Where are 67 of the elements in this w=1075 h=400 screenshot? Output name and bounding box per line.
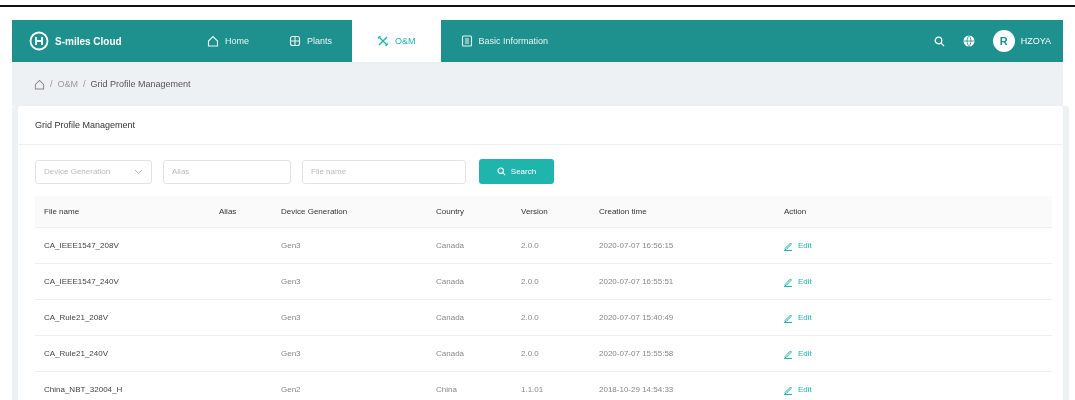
table-cell-text: China [435,385,458,394]
pencil-icon [783,312,793,323]
table-cell-text: Canada [435,313,466,322]
table-cell-text: 2020-07-07 16:55:51 [598,277,675,286]
globe-icon[interactable] [962,35,975,47]
edit-link[interactable]: Edit [783,312,812,323]
column-header: Version [520,207,549,216]
user-name[interactable]: HZOYA [1020,36,1051,46]
table-cell-text: Canada [435,277,466,286]
grid-icon [289,35,301,47]
pencil-icon [783,348,793,359]
table-cell-text: Gen2 [280,385,302,394]
table-cell-text: Gen3 [280,277,302,286]
column-header: Device Generation [280,207,349,216]
breadcrumb-separator: / [83,79,86,89]
tools-icon [377,35,390,47]
home-icon [207,35,219,47]
edit-link[interactable]: Edit [783,276,812,287]
table-cell-text: CA_Rule21_240V [43,349,110,358]
column-header: Action [783,207,808,216]
table-cell-text: 2.0.0 [520,241,540,250]
home-icon[interactable] [34,78,45,90]
user-avatar[interactable]: R [992,30,1015,52]
alias-field[interactable]: Alias [163,159,291,184]
pencil-icon [783,384,793,395]
pencil-icon [783,240,793,251]
table-cell-text: CA_IEEE1547_208V [43,241,120,250]
table-cell-text: China_NBT_32004_H [43,385,124,394]
table-cell-text: Gen3 [280,241,302,250]
column-header: File name [43,207,81,216]
nav-tab[interactable]: Plants [269,20,353,62]
pencil-icon [783,276,793,287]
nav-tab[interactable]: O&M [352,20,441,62]
brand-name: S-miles Cloud [55,35,122,47]
table-cell-text: 1.1.01 [520,385,545,394]
table-cell-text: Gen3 [280,313,302,322]
column-header: Creation time [598,207,648,216]
document-icon [460,35,473,47]
table-cell-text: 2020-07-07 15:55:58 [598,349,675,358]
search-icon [496,167,506,176]
table-cell-text: 2.0.0 [520,277,540,286]
card-title: Grid Profile Management [35,120,136,130]
table-cell-text: Canada [435,349,466,358]
table-cell-text: 2020-07-07 15:40:49 [598,313,675,322]
search-icon[interactable] [933,35,945,47]
table-cell-text: CA_IEEE1547_240V [43,277,120,286]
search-button[interactable]: Search [479,159,554,184]
edit-link[interactable]: Edit [783,240,812,251]
column-header: Alias [218,207,238,216]
table-cell-text: 2.0.0 [520,349,540,358]
breadcrumb-separator: / [50,79,53,89]
edit-link[interactable]: Edit [783,348,812,359]
table-cell-text: 2.0.0 [520,313,540,322]
nav-tab[interactable]: Home [187,20,269,62]
logo-icon [29,31,49,51]
nav-tab[interactable]: Basic Information [440,20,569,62]
table-cell-text: 2020-07-07 16:56:15 [598,241,675,250]
generation-select[interactable]: Device Generation [35,159,152,184]
breadcrumb-item[interactable]: O&M [57,79,79,89]
column-header: Country [435,207,465,216]
table-cell-text: CA_Rule21_208V [43,313,110,322]
table-cell-text: 2018-10-29 14:54:33 [598,385,675,394]
edit-link[interactable]: Edit [783,384,812,395]
table-cell-text: Gen3 [280,349,302,358]
table-cell-text: Canada [435,241,466,250]
breadcrumb-item: Grid Profile Management [90,79,191,89]
chevron-down-icon [134,168,143,175]
